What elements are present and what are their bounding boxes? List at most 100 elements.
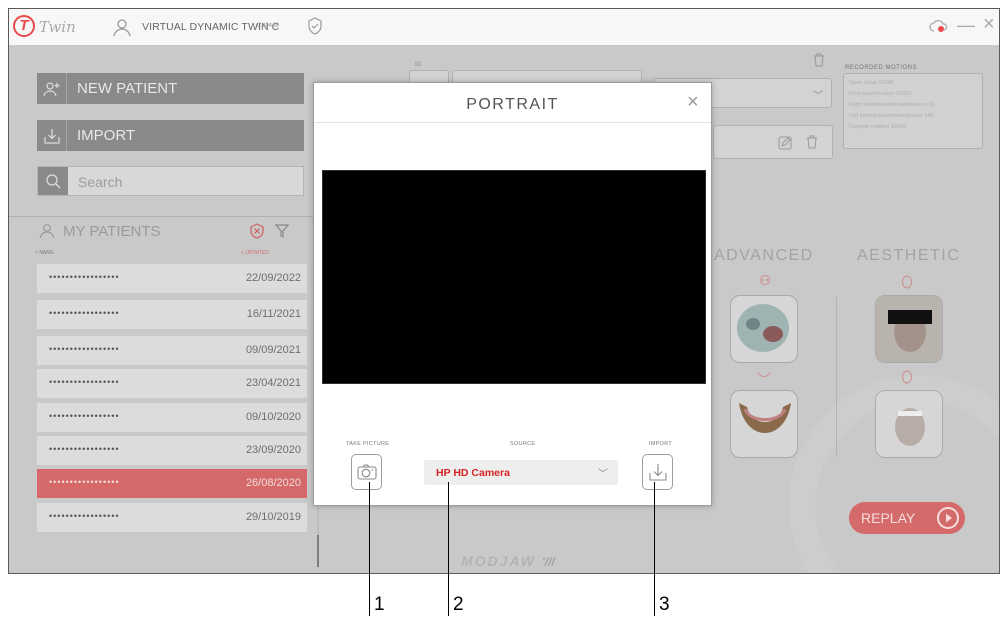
table-row[interactable]: ••••••••••••••••• 29/10/2019	[37, 503, 307, 532]
edit-icon[interactable]	[778, 136, 792, 150]
patient-date: 23/04/2021	[245, 377, 301, 389]
camera-preview	[322, 170, 706, 384]
shield-x-icon[interactable]	[249, 223, 265, 239]
patient-date: 22/09/2022	[245, 272, 301, 284]
callout-line-1	[369, 482, 370, 616]
search-icon	[38, 167, 68, 195]
brand-name: MODJAW	[461, 553, 536, 569]
jaw-icon	[757, 371, 771, 377]
column-name-label: NAME	[39, 250, 54, 256]
sidebar-divider	[9, 216, 329, 217]
patient-date: 26/08/2020	[245, 477, 301, 489]
my-patients-header: MY PATIENTS	[39, 223, 161, 243]
patient-date: 16/11/2021	[246, 308, 301, 320]
twin-logo-icon: T	[13, 15, 35, 37]
title-bar: T Twin VIRTUAL DYNAMIC TWIN C CV0448 — ×	[9, 9, 999, 45]
source-select[interactable]: HP HD Camera ﹀	[424, 460, 618, 485]
add-user-icon	[37, 73, 67, 104]
import-label: IMPORT	[649, 441, 673, 447]
patient-name: •••••••••••••••••	[49, 411, 120, 421]
take-picture-button[interactable]	[351, 454, 382, 490]
patient-name: •••••••••••••••••	[49, 477, 120, 487]
download-icon	[37, 120, 67, 151]
minimize-icon[interactable]: —	[957, 15, 975, 36]
close-icon[interactable]: ×	[687, 91, 699, 114]
portrait-photo-thumbnail[interactable]	[875, 295, 943, 363]
column-name-header[interactable]: ˅ NAME	[35, 250, 54, 256]
face-scan-icon	[902, 370, 912, 384]
callout-line-2	[448, 482, 449, 616]
new-patient-label: NEW PATIENT	[77, 80, 178, 97]
app-name: Twin	[39, 18, 76, 36]
take-picture-label: TAKE PICTURE	[346, 441, 390, 447]
import-photo-button[interactable]	[642, 454, 673, 490]
patient-name: •••••••••••••••••	[49, 344, 120, 354]
face-icon	[902, 275, 912, 289]
camera-icon	[356, 464, 377, 480]
face-scan-thumbnail[interactable]	[875, 390, 943, 458]
replay-label: REPLAY	[861, 510, 916, 526]
scrollbar-thumb[interactable]	[317, 535, 319, 567]
search-placeholder: Search	[78, 174, 123, 190]
new-patient-button[interactable]: NEW PATIENT	[37, 73, 304, 104]
user-icon	[39, 224, 55, 239]
patient-name: •••••••••••••••••	[49, 377, 120, 387]
list-item[interactable]: Left laterotrusion/mediotrusion 166	[849, 111, 977, 122]
skull-3d-thumbnail[interactable]	[730, 295, 798, 363]
section-divider	[836, 297, 837, 457]
patient-name: •••••••••••••••••	[49, 272, 120, 282]
callout-number-3: 3	[659, 594, 670, 615]
list-item[interactable]: Condyle rotation 16603	[849, 122, 977, 133]
aesthetic-title: AESTHETIC	[857, 247, 961, 264]
sidebar: NEW PATIENT IMPORT Search MY PATIENTS ˅ …	[9, 45, 329, 573]
close-icon[interactable]: ×	[983, 13, 995, 36]
table-row[interactable]: ••••••••••••••••• 09/10/2020	[37, 403, 307, 432]
chevron-down-icon: ﹀	[813, 91, 823, 102]
search-input[interactable]: Search	[37, 166, 304, 196]
download-icon	[648, 464, 667, 481]
recorded-motions-title: RECORDED MOTIONS	[845, 65, 918, 71]
column-updated-header[interactable]: ˄ UPDATED	[241, 250, 269, 256]
table-row[interactable]: ••••••••••••••••• 09/09/2021	[37, 336, 307, 365]
table-row-selected[interactable]: ••••••••••••••••• 26/08/2020	[37, 469, 307, 498]
cloud-sync-icon[interactable]	[929, 18, 949, 39]
patient-date: 29/10/2019	[245, 511, 301, 523]
filter-icon[interactable]	[275, 223, 289, 239]
table-row[interactable]: ••••••••••••••••• 23/09/2020	[37, 436, 307, 465]
play-icon	[937, 507, 959, 529]
replay-button[interactable]: REPLAY	[849, 502, 965, 534]
import-button[interactable]: IMPORT	[37, 120, 304, 151]
device-code: CV0448	[257, 23, 279, 29]
callout-number-2: 2	[453, 594, 464, 615]
source-label: SOURCE	[510, 441, 536, 447]
list-item[interactable]: Open close 16948	[849, 78, 977, 89]
table-row[interactable]: ••••••••••••••••• 22/09/2022	[37, 264, 307, 293]
advanced-title: ADVANCED	[714, 247, 814, 264]
jaw-3d-thumbnail[interactable]	[730, 390, 798, 458]
trash-icon[interactable]	[806, 135, 818, 149]
import-label: IMPORT	[77, 127, 136, 144]
list-item[interactable]: Protrusion/recision 16603	[849, 89, 977, 100]
source-value: HP HD Camera	[436, 467, 510, 479]
callout-number-1: 1	[374, 594, 385, 615]
patient-date: 09/10/2020	[245, 411, 301, 423]
list-item[interactable]: Right laterotrusion/mediotrusion 16	[849, 100, 977, 111]
my-patients-label: MY PATIENTS	[63, 223, 161, 240]
modal-divider	[314, 122, 711, 123]
table-row[interactable]: ••••••••••••••••• 23/04/2021	[37, 369, 307, 398]
recorded-motions-list: Open close 16948 Protrusion/recision 166…	[843, 73, 983, 149]
patient-date: 23/09/2020	[245, 444, 301, 456]
modjaw-logo: MODJAW '///	[461, 553, 555, 569]
callout-line-3	[654, 482, 655, 616]
user-icon[interactable]	[112, 17, 132, 42]
shield-check-icon[interactable]	[307, 17, 323, 40]
brand-mark: '///	[541, 555, 555, 569]
column-updated-label: UPDATED	[245, 250, 269, 256]
app-window: T Twin VIRTUAL DYNAMIC TWIN C CV0448 — ×…	[8, 8, 1000, 574]
chevron-down-icon: ﹀	[598, 469, 608, 480]
patient-name: •••••••••••••••••	[49, 444, 120, 454]
id-label: ID	[415, 62, 421, 68]
trash-icon[interactable]	[813, 53, 825, 67]
notes-field[interactable]	[713, 125, 833, 159]
table-row[interactable]: ••••••••••••••••• 16/11/2021	[37, 300, 307, 329]
